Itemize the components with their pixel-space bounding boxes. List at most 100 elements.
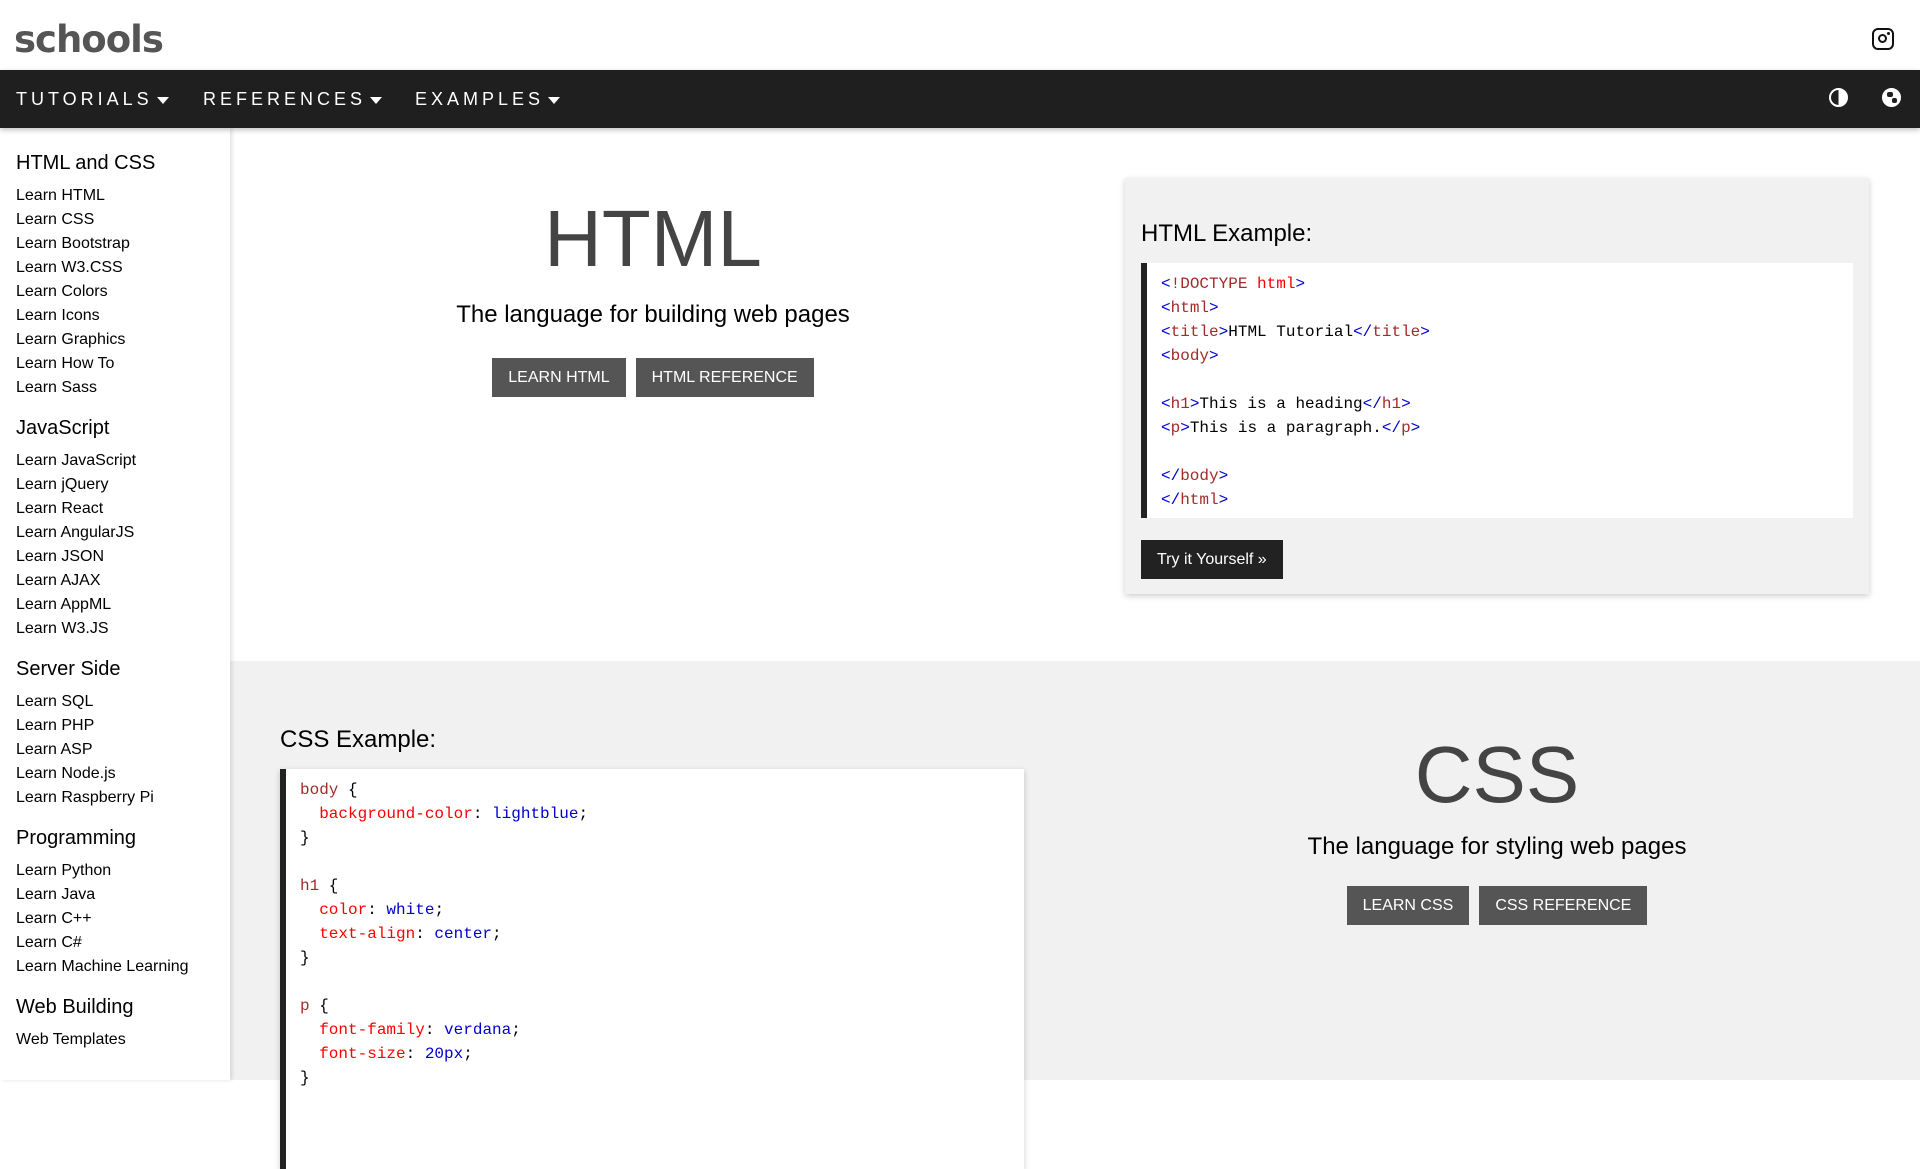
code-token: { xyxy=(319,877,339,895)
nav-label: REFERENCES xyxy=(203,89,367,109)
nav-references[interactable]: REFERENCES xyxy=(203,70,383,128)
code-token: h1 xyxy=(1381,395,1402,413)
html-reference-button[interactable]: HTML REFERENCE xyxy=(635,358,814,397)
code-token: </ xyxy=(1362,395,1382,413)
sidebar-link[interactable]: Learn Python xyxy=(16,859,230,883)
sidebar-link[interactable]: Learn ASP xyxy=(16,738,230,762)
sidebar-link[interactable]: Learn AJAX xyxy=(16,569,230,593)
code-token: white xyxy=(386,901,435,919)
code-token: p xyxy=(1170,419,1181,437)
code-token: !DOCTYPE xyxy=(1170,275,1258,293)
css-code-block: body { background-color: lightblue;} h1 {… xyxy=(280,769,1024,1169)
sidebar-link[interactable]: Learn JSON xyxy=(16,545,230,569)
sidebar-link[interactable]: Learn PHP xyxy=(16,714,230,738)
sidebar-link[interactable]: Learn Icons xyxy=(16,304,230,328)
sidebar-heading: Programming xyxy=(16,827,137,849)
sidebar-link[interactable]: Learn Java xyxy=(16,883,230,907)
sidebar-link[interactable]: Learn AppML xyxy=(16,593,230,617)
code-token: : xyxy=(472,805,493,823)
code-token: html xyxy=(1257,275,1296,293)
code-token: body xyxy=(1180,467,1219,485)
sidebar-link[interactable]: Learn Colors xyxy=(16,280,230,304)
sidebar-link[interactable]: Learn Sass xyxy=(16,376,230,400)
code-token: body xyxy=(1170,347,1210,365)
caret-down-icon xyxy=(156,96,169,104)
code-token: < xyxy=(1161,323,1171,341)
learn-html-button[interactable]: LEARN HTML xyxy=(492,358,626,397)
css-reference-button[interactable]: CSS REFERENCE xyxy=(1479,886,1648,925)
code-token: </ xyxy=(1381,419,1402,437)
sidebar-section: Server Side Learn SQL Learn PHP Learn ASP Le… xyxy=(16,654,230,810)
sidebar-link[interactable]: Learn jQuery xyxy=(16,473,230,497)
css-hero: CSS The language for styling web pages L… xyxy=(1200,730,1794,925)
sidebar-link[interactable]: Learn Graphics xyxy=(16,328,230,352)
sidebar-link[interactable]: Learn CSS xyxy=(16,208,230,232)
code-token: body xyxy=(300,781,339,799)
sidebar-link[interactable]: Learn React xyxy=(16,497,230,521)
css-example: CSS Example: body { background-color: li… xyxy=(280,700,1024,1169)
sidebar-link[interactable]: Learn How To xyxy=(16,352,230,376)
code-token: > xyxy=(1218,323,1229,341)
sidebar-link[interactable]: Learn JavaScript xyxy=(16,449,230,473)
sidebar-link[interactable]: Learn HTML xyxy=(16,184,230,208)
sidebar-link[interactable]: Learn C++ xyxy=(16,907,230,931)
code-token: 20px xyxy=(424,1045,464,1063)
code-token: color xyxy=(319,901,368,919)
code-token: < xyxy=(1161,419,1171,437)
code-token: html xyxy=(1170,299,1210,317)
code-line: body { xyxy=(300,778,1010,802)
learn-css-button[interactable]: LEARN CSS xyxy=(1346,886,1470,925)
code-token: > xyxy=(1209,299,1219,317)
code-token: ; xyxy=(492,925,502,943)
sidebar-link[interactable]: Learn C# xyxy=(16,931,230,955)
html-code-block: <!DOCTYPE html> <html> <title>HTML Tutoria… xyxy=(1141,263,1853,518)
sidebar-link[interactable]: Web Templates xyxy=(16,1028,230,1052)
sidebar-link[interactable]: Learn SQL xyxy=(16,690,230,714)
sidebar-link[interactable]: Learn W3.CSS xyxy=(16,256,230,280)
code-token: font-size xyxy=(319,1045,406,1063)
code-token: This is a paragraph. xyxy=(1189,419,1382,437)
sidebar-link[interactable]: Learn Node.js xyxy=(16,762,230,786)
top-bar: schools xyxy=(0,0,1920,70)
code-token: html xyxy=(1180,491,1219,509)
instagram-icon[interactable] xyxy=(1872,28,1894,50)
try-it-yourself-button[interactable]: Try it Yourself » xyxy=(1141,540,1283,579)
code-token: { xyxy=(338,781,358,799)
css-subtitle: The language for styling web pages xyxy=(1307,833,1687,860)
code-line: p { xyxy=(300,994,1010,1018)
globe-icon[interactable] xyxy=(1882,88,1901,107)
sidebar-link[interactable]: Learn Bootstrap xyxy=(16,232,230,256)
nav-examples[interactable]: EXAMPLES xyxy=(415,70,561,128)
code-token: HTML Tutorial xyxy=(1228,323,1354,341)
code-line: <p>This is a paragraph.</p> xyxy=(1161,416,1839,440)
code-line: h1 { xyxy=(300,874,1010,898)
code-token: p xyxy=(300,997,310,1015)
html-example-card: HTML Example: <!DOCTYPE html> <html> <titl… xyxy=(1125,178,1869,594)
nav-tutorials[interactable]: TUTORIALS xyxy=(16,70,169,128)
code-line: </body> xyxy=(1161,464,1839,488)
code-token: } xyxy=(300,949,310,967)
logo[interactable]: schools xyxy=(14,18,164,61)
sidebar-section: JavaScript Learn JavaScript Learn jQuery Le… xyxy=(16,413,230,641)
contrast-icon[interactable] xyxy=(1829,88,1848,107)
code-line: <h1>This is a heading</h1> xyxy=(1161,392,1839,416)
code-token: > xyxy=(1295,275,1306,293)
code-token: } xyxy=(300,1069,310,1087)
sidebar-link[interactable]: Learn Machine Learning xyxy=(16,955,230,979)
css-example-heading: CSS Example: xyxy=(280,726,437,753)
sidebar-section: HTML and CSS Learn HTML Learn CSS Learn Boo… xyxy=(16,148,230,400)
sidebar-link[interactable]: Learn AngularJS xyxy=(16,521,230,545)
code-line: color: white; xyxy=(300,898,1010,922)
sidebar-link[interactable]: Learn W3.JS xyxy=(16,617,230,641)
sidebar-link[interactable]: Learn Raspberry Pi xyxy=(16,786,230,810)
html-subtitle: The language for building web pages xyxy=(456,301,850,328)
html-title: HTML xyxy=(544,194,762,283)
main-nav: TUTORIALS REFERENCES EXAMPLES xyxy=(0,70,1920,128)
code-token: ; xyxy=(511,1021,521,1039)
